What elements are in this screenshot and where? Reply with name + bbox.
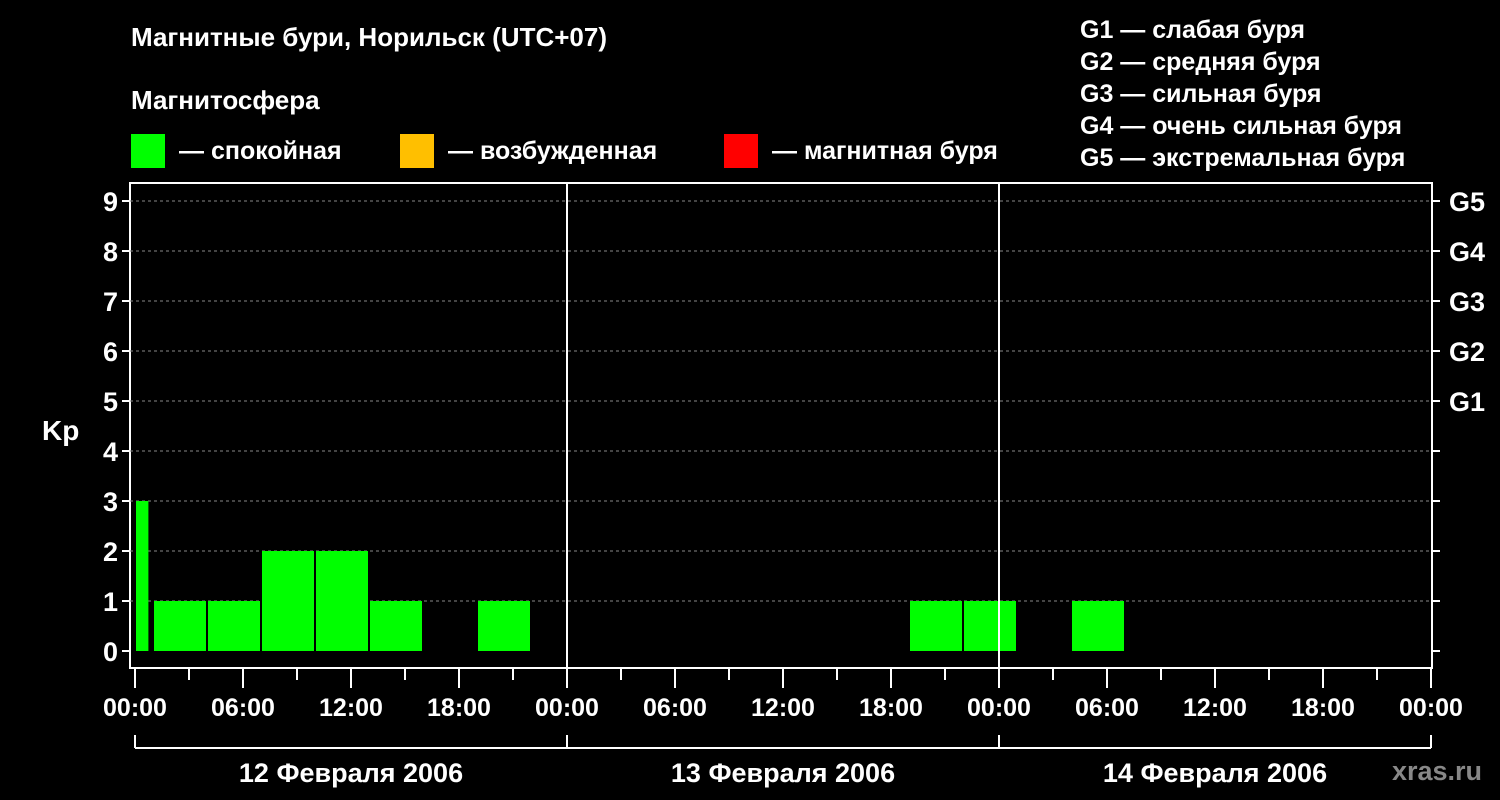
x-tick-label: 00:00 xyxy=(1399,694,1463,722)
x-tick-label: 06:00 xyxy=(643,694,707,722)
x-tick-label: 06:00 xyxy=(1075,694,1139,722)
g-tick-label: G5 xyxy=(1449,187,1485,217)
y-tick-label: 1 xyxy=(103,587,118,617)
kp-bar xyxy=(262,551,314,651)
kp-bar xyxy=(208,601,260,651)
y-tick-label: 2 xyxy=(103,537,118,567)
kp-bar xyxy=(316,551,368,651)
kp-bar xyxy=(478,601,530,651)
g-tick-label: G2 xyxy=(1449,337,1485,367)
x-tick-label: 12:00 xyxy=(319,694,383,722)
day-label: 12 Февраля 2006 xyxy=(239,758,463,788)
kp-bar xyxy=(136,501,149,651)
x-tick-label: 18:00 xyxy=(859,694,923,722)
y-tick-label: 0 xyxy=(103,637,118,667)
y-tick-label: 7 xyxy=(103,287,118,317)
kp-chart: 0 1 2 3 4 5 6 7 8 9 G1 G2 G3 G4 G5 Kp 00:00 06:00 12:00 18:… xyxy=(42,182,1485,788)
day-label: 13 Февраля 2006 xyxy=(671,758,895,788)
x-tick-label: 12:00 xyxy=(1183,694,1247,722)
y-tick-label: 5 xyxy=(103,387,118,417)
x-tick-label: 00:00 xyxy=(103,694,167,722)
y-tick-label: 6 xyxy=(103,337,118,367)
y-tick-label: 3 xyxy=(103,487,118,517)
kp-bar xyxy=(910,601,962,651)
x-tick-label: 18:00 xyxy=(1291,694,1355,722)
g-tick-label: G1 xyxy=(1449,387,1485,417)
kp-bar xyxy=(370,601,422,651)
g-tick-label: G4 xyxy=(1449,237,1485,267)
g-tick-label: G3 xyxy=(1449,287,1485,317)
y-tick-label: 9 xyxy=(103,187,118,217)
kp-bar xyxy=(964,601,1016,651)
y-axis-label: Kp xyxy=(42,415,79,446)
kp-bar xyxy=(1072,601,1124,651)
x-tick-label: 00:00 xyxy=(535,694,599,722)
brand-watermark: xras.ru xyxy=(1391,756,1482,786)
x-tick-label: 18:00 xyxy=(427,694,491,722)
x-tick-label: 00:00 xyxy=(967,694,1031,722)
day-label: 14 Февраля 2006 xyxy=(1103,758,1327,788)
y-tick-label: 4 xyxy=(103,437,118,467)
kp-bar xyxy=(154,601,206,651)
x-tick-label: 12:00 xyxy=(751,694,815,722)
x-tick-label: 06:00 xyxy=(211,694,275,722)
y-tick-label: 8 xyxy=(103,237,118,267)
